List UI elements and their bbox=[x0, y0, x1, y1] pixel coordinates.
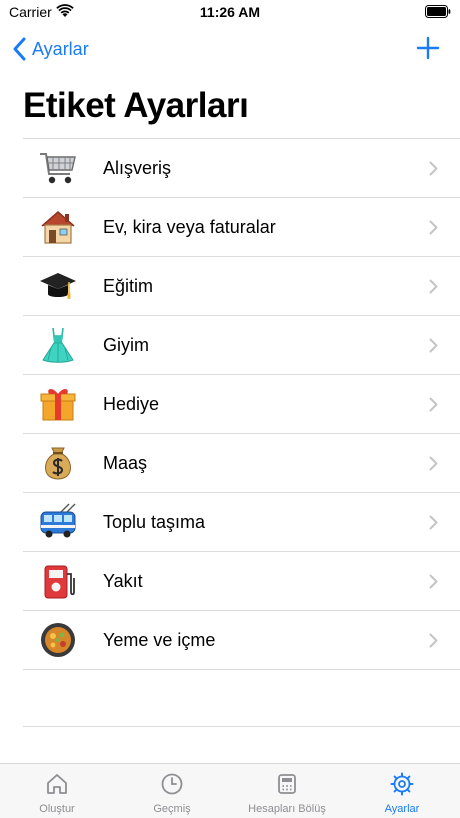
house-icon bbox=[38, 207, 78, 247]
tag-label: Alışveriş bbox=[103, 158, 172, 178]
tag-row[interactable]: Yakıt bbox=[23, 552, 460, 611]
tag-label: Eğitim bbox=[103, 276, 154, 296]
tag-label: Yeme ve içme bbox=[103, 630, 216, 650]
tab-label: Ayarlar bbox=[384, 803, 420, 815]
navigation-bar: Ayarlar bbox=[0, 28, 460, 68]
tab-bar: Oluştur Geçmiş Hesapları Bölüş Ayarlar bbox=[0, 763, 460, 818]
chevron-right-icon bbox=[429, 574, 438, 589]
tag-row[interactable]: Ev, kira veya faturalar bbox=[23, 198, 460, 257]
tag-row[interactable]: Maaş bbox=[23, 434, 460, 493]
chevron-right-icon bbox=[429, 397, 438, 412]
tab-gecmis[interactable]: Geçmiş bbox=[132, 764, 212, 818]
graduation-cap-icon bbox=[38, 266, 78, 306]
tag-row[interactable]: Alışveriş bbox=[23, 139, 460, 198]
dress-icon bbox=[38, 325, 78, 365]
tag-row[interactable]: Yeme ve içme bbox=[23, 611, 460, 670]
tag-label: Giyim bbox=[103, 335, 149, 355]
shopping-cart-icon bbox=[38, 148, 78, 188]
tab-label: Geçmiş bbox=[153, 803, 191, 815]
fuel-pump-icon bbox=[38, 561, 78, 601]
chevron-right-icon bbox=[429, 456, 438, 471]
tab-ayarlar[interactable]: Ayarlar bbox=[362, 764, 442, 818]
plus-icon[interactable] bbox=[416, 36, 440, 60]
chevron-right-icon bbox=[429, 279, 438, 294]
tab-label: Hesapları Bölüş bbox=[248, 803, 326, 815]
status-time: 11:26 AM bbox=[199, 4, 261, 20]
house-icon bbox=[47, 774, 67, 794]
tag-label: Toplu taşıma bbox=[103, 512, 206, 532]
list-divider bbox=[23, 726, 460, 727]
tag-row[interactable]: Toplu taşıma bbox=[23, 493, 460, 552]
status-bar: Carrier 11:26 AM bbox=[0, 0, 460, 24]
clock-icon bbox=[161, 773, 183, 795]
money-bag-icon bbox=[38, 443, 78, 483]
battery-icon bbox=[425, 5, 451, 18]
trolleybus-icon bbox=[38, 502, 78, 542]
tab-label: Oluştur bbox=[39, 803, 75, 815]
tag-label: Hediye bbox=[103, 394, 160, 414]
tag-row[interactable]: Hediye bbox=[23, 375, 460, 434]
tag-label: Ev, kira veya faturalar bbox=[103, 217, 276, 237]
tab-olustur[interactable]: Oluştur bbox=[17, 764, 97, 818]
chevron-right-icon bbox=[429, 220, 438, 235]
page-title: Etiket Ayarları bbox=[23, 86, 249, 125]
tab-hesaplari-bolus[interactable]: Hesapları Bölüş bbox=[237, 764, 337, 818]
register-icon bbox=[278, 774, 296, 794]
back-button[interactable]: Ayarlar bbox=[12, 36, 89, 62]
back-label: Ayarlar bbox=[32, 38, 89, 59]
chevron-left-icon bbox=[13, 37, 26, 61]
gear-icon bbox=[390, 772, 414, 796]
chevron-right-icon bbox=[429, 633, 438, 648]
tag-list: Alışveriş Ev, kira veya faturalar Eğitim… bbox=[23, 138, 460, 670]
tag-row[interactable]: Giyim bbox=[23, 316, 460, 375]
tag-label: Maaş bbox=[103, 453, 148, 473]
chevron-right-icon bbox=[429, 338, 438, 353]
food-pan-icon bbox=[38, 620, 78, 660]
tag-row[interactable]: Eğitim bbox=[23, 257, 460, 316]
chevron-right-icon bbox=[429, 161, 438, 176]
chevron-right-icon bbox=[429, 515, 438, 530]
tag-label: Yakıt bbox=[103, 571, 143, 591]
gift-icon bbox=[38, 384, 78, 424]
